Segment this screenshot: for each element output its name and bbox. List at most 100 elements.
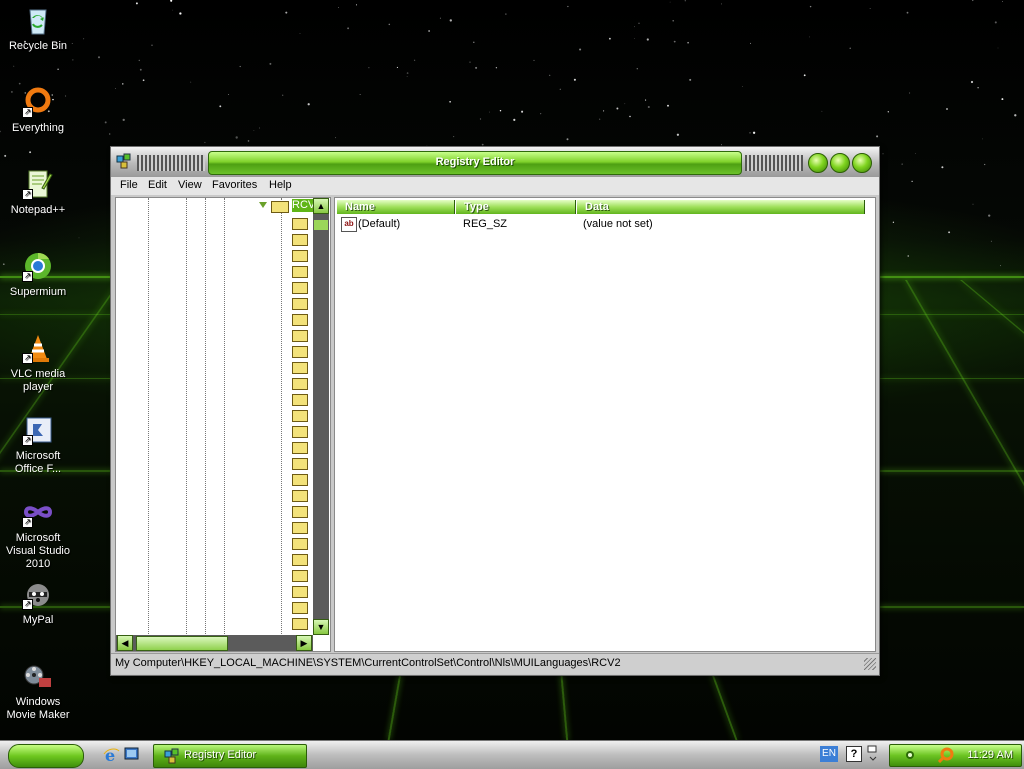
star — [489, 111, 490, 113]
folder-icon[interactable] — [292, 234, 308, 246]
status-bar: My Computer\HKEY_LOCAL_MACHINE\SYSTEM\Cu… — [111, 653, 879, 674]
star — [647, 105, 650, 109]
clock[interactable]: 11:29 AM — [967, 749, 1013, 761]
folder-icon[interactable] — [292, 218, 308, 230]
scroll-up-button[interactable]: ▲ — [313, 198, 329, 214]
registry-tree-pane[interactable]: RCV2 ▲ ▼ ◀ ▶ — [115, 197, 331, 652]
scroll-thumb[interactable] — [314, 220, 328, 230]
taskbar-button-registry-editor[interactable]: Registry Editor — [153, 744, 307, 768]
folder-icon[interactable] — [292, 490, 308, 502]
scroll-thumb[interactable] — [136, 636, 228, 651]
folder-icon[interactable] — [292, 266, 308, 278]
tray-expand-icon[interactable] — [867, 745, 879, 761]
title-bar[interactable]: Registry Editor — [111, 147, 879, 177]
folder-icon[interactable] — [292, 570, 308, 582]
folder-icon[interactable] — [292, 618, 308, 630]
show-desktop-icon[interactable] — [123, 746, 140, 763]
folder-icon[interactable] — [292, 298, 308, 310]
folder-icon[interactable] — [292, 554, 308, 566]
column-header-data[interactable]: Data — [577, 200, 865, 214]
desktop-icon-visual-studio[interactable]: ↗ Microsoft Visual Studio 2010 — [0, 496, 76, 571]
taskbar: e Registry Editor EN ? 11:29 AM — [0, 740, 1024, 769]
column-header-type[interactable]: Type — [456, 200, 576, 214]
desktop-icon-label: Everything — [12, 122, 64, 134]
start-button[interactable] — [8, 744, 84, 768]
value-type: REG_SZ — [463, 218, 508, 230]
folder-icon[interactable] — [292, 602, 308, 614]
folder-icon[interactable] — [292, 586, 308, 598]
menu-edit[interactable]: Edit — [148, 179, 167, 191]
folder-icon[interactable] — [292, 506, 308, 518]
notepad-plus-plus-icon: ↗ — [22, 168, 54, 200]
folder-icon[interactable] — [292, 362, 308, 374]
folder-icon[interactable] — [292, 426, 308, 438]
status-key-path: My Computer\HKEY_LOCAL_MACHINE\SYSTEM\Cu… — [115, 657, 621, 669]
folder-icon[interactable] — [292, 314, 308, 326]
star — [533, 59, 535, 61]
desktop-icon-label: Microsoft Visual Studio 2010 — [5, 532, 70, 570]
close-button[interactable] — [852, 153, 872, 173]
tree-expand-arrow[interactable] — [259, 202, 267, 208]
folder-icon[interactable] — [292, 474, 308, 486]
desktop-icon-everything[interactable]: ↗ Everything — [0, 86, 76, 135]
menu-view[interactable]: View — [178, 179, 202, 191]
tree-horizontal-scrollbar[interactable]: ◀ ▶ — [116, 635, 313, 651]
desktop-icon-recycle-bin[interactable]: Recycle Bin — [0, 4, 76, 53]
folder-icon[interactable] — [292, 378, 308, 390]
folder-icon[interactable] — [292, 346, 308, 358]
star — [104, 121, 107, 124]
scroll-left-button[interactable]: ◀ — [117, 635, 133, 651]
search-icon[interactable] — [937, 747, 954, 764]
folder-icon[interactable] — [292, 410, 308, 422]
star — [122, 83, 124, 85]
star — [876, 135, 879, 138]
resize-grip-icon[interactable] — [864, 658, 876, 670]
scroll-right-button[interactable]: ▶ — [296, 635, 312, 651]
maximize-button[interactable] — [830, 153, 850, 173]
star — [720, 3, 722, 5]
desktop-icon-mypal[interactable]: ↗ MyPal — [0, 578, 76, 627]
menu-help[interactable]: Help — [269, 179, 292, 191]
star — [887, 111, 889, 113]
star — [645, 99, 647, 101]
minimize-button[interactable] — [808, 153, 828, 173]
star — [599, 118, 601, 120]
star — [616, 107, 619, 110]
folder-icon[interactable] — [292, 522, 308, 534]
star — [413, 59, 416, 61]
movie-maker-film-icon — [22, 660, 54, 692]
scroll-down-button[interactable]: ▼ — [313, 619, 329, 635]
column-header-name[interactable]: Name — [337, 200, 455, 214]
menu-favorites[interactable]: Favorites — [212, 179, 257, 191]
folder-icon[interactable] — [292, 442, 308, 454]
desktop-icon-notepad-plus-plus[interactable]: ↗ Notepad++ — [0, 168, 76, 217]
folder-icon[interactable] — [292, 330, 308, 342]
star — [122, 118, 125, 122]
star — [684, 0, 686, 2]
folder-icon[interactable] — [292, 282, 308, 294]
desktop-icon-supermium[interactable]: ↗ Supermium — [0, 250, 76, 299]
desktop-icon-movie-maker[interactable]: Windows Movie Maker — [0, 660, 76, 722]
internet-explorer-icon[interactable]: e — [103, 746, 120, 765]
star — [13, 65, 15, 67]
registry-values-pane[interactable]: Name Type Data ab (Default) REG_SZ (valu… — [334, 197, 876, 652]
star — [142, 79, 145, 82]
tree-vertical-scrollbar[interactable]: ▲ ▼ — [313, 198, 329, 635]
folder-icon[interactable] — [292, 250, 308, 262]
star — [453, 136, 455, 138]
folder-icon[interactable] — [292, 538, 308, 550]
folder-icon[interactable] — [292, 394, 308, 406]
mypal-raccoon-icon: ↗ — [22, 578, 54, 610]
star — [172, 9, 174, 11]
desktop-icon-label: MyPal — [22, 614, 54, 626]
network-icon[interactable] — [904, 749, 916, 761]
registry-editor-app-icon[interactable] — [116, 153, 132, 169]
folder-icon[interactable] — [292, 458, 308, 470]
desktop-icon-office[interactable]: ↗ Microsoft Office F... — [0, 414, 76, 476]
help-icon[interactable]: ? — [846, 746, 862, 762]
value-name[interactable]: (Default) — [358, 218, 400, 230]
language-indicator[interactable]: EN — [820, 746, 838, 762]
desktop-icon-vlc[interactable]: ↗ VLC media player — [0, 332, 76, 394]
tree-selected-key[interactable]: RCV2 — [292, 199, 314, 212]
menu-file[interactable]: File — [120, 179, 138, 191]
